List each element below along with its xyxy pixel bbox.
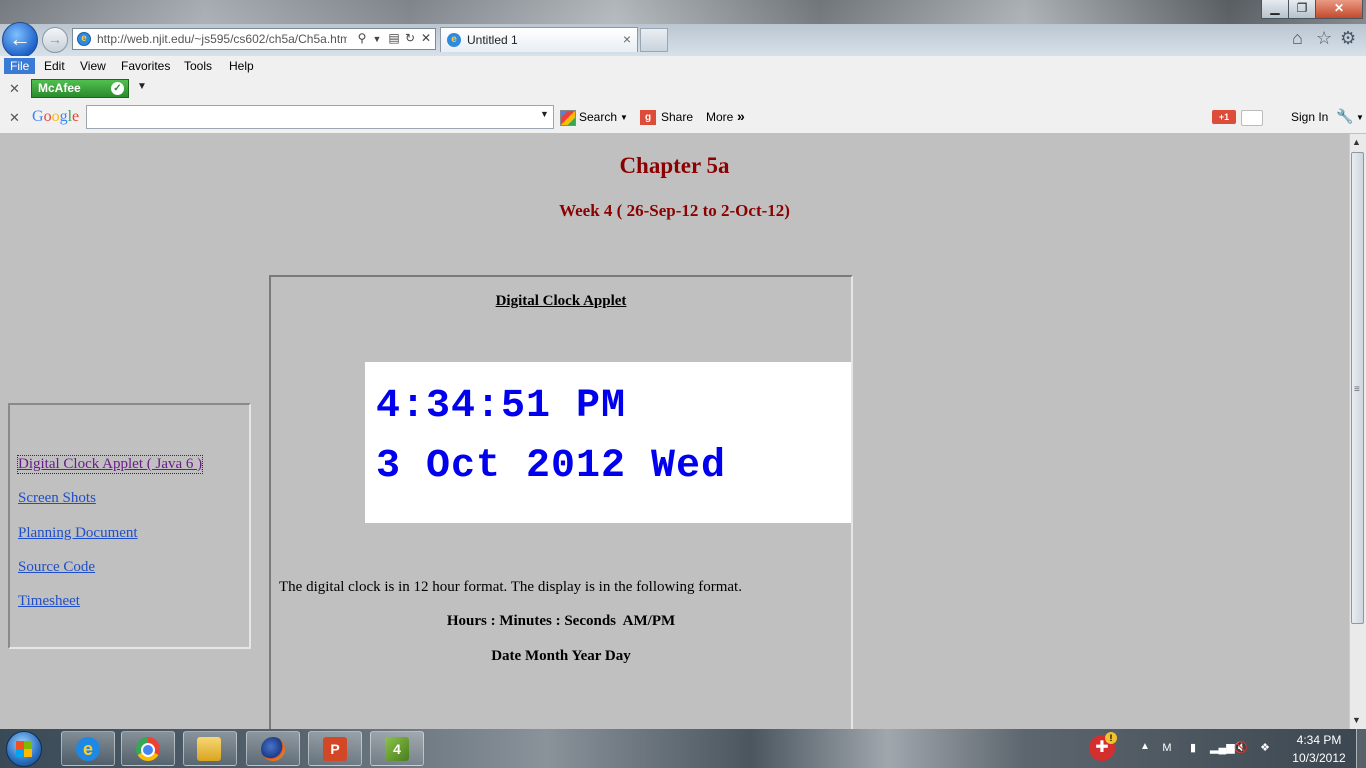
check-icon: ✓ — [111, 82, 124, 95]
powerpoint-icon: P — [323, 737, 347, 761]
scroll-up-arrow-icon[interactable]: ▲ — [1352, 137, 1361, 147]
favorites-star-icon[interactable]: ☆ — [1316, 28, 1332, 49]
mcafee-label: McAfee — [38, 81, 81, 95]
browser-tab[interactable]: e Untitled 1 × — [440, 27, 638, 52]
address-url[interactable]: http://web.njit.edu/~js595/cs602/ch5a/Ch… — [97, 32, 347, 46]
firefox-icon — [261, 737, 285, 761]
dropdown-arrow-icon[interactable]: ▼ — [620, 113, 628, 122]
scrollbar-grip-icon: ≡ — [1354, 384, 1360, 395]
dropdown-arrow-icon[interactable]: ▼ — [370, 34, 384, 44]
share-icon: g — [640, 110, 656, 125]
mcafee-toolbar: ✕ McAfee ✓ ▼ — [0, 76, 1366, 102]
photoshop-elements-icon: 4 — [385, 737, 409, 761]
address-bar[interactable]: e http://web.njit.edu/~js595/cs602/ch5a/… — [72, 28, 436, 50]
menu-view[interactable]: View — [74, 58, 112, 74]
close-button[interactable]: ✕ — [1315, 0, 1363, 19]
sidebar-link-source-code[interactable]: Source Code — [18, 559, 95, 576]
mcafee-tray-icon[interactable]: M — [1160, 741, 1174, 755]
tools-gear-icon[interactable]: ⚙ — [1340, 28, 1356, 49]
page-title: Chapter 5a — [619, 153, 730, 178]
show-hidden-icons-arrow[interactable]: ▲ — [1140, 741, 1150, 752]
search-icon[interactable]: ⚲ — [355, 31, 369, 45]
wrench-icon[interactable]: 🔧 — [1336, 108, 1353, 125]
google-plus-one-count — [1241, 110, 1263, 126]
tab-close-icon[interactable]: × — [623, 31, 631, 47]
tab-title: Untitled 1 — [467, 33, 518, 47]
menu-tools[interactable]: Tools — [178, 58, 218, 74]
more-chevrons-icon: » — [737, 108, 745, 124]
chrome-icon — [136, 737, 160, 761]
clock-time-display: 4:34:51 PM — [376, 384, 627, 429]
sidebar-link-planning-document[interactable]: Planning Document — [18, 525, 138, 542]
google-toolbar: ✕ Google ▼ Search ▼ g Share More » Sign … — [0, 102, 1366, 134]
taskbar-clock-date[interactable]: 10/3/2012 — [1288, 751, 1350, 765]
ie-favicon-icon: e — [77, 32, 91, 46]
menu-file[interactable]: File — [4, 58, 36, 74]
taskbar-clock-time[interactable]: 4:34 PM — [1288, 733, 1350, 747]
clock-date-display: 3 Oct 2012 Wed — [376, 444, 727, 489]
dropdown-arrow-icon[interactable]: ▼ — [540, 109, 549, 119]
close-toolbar-icon[interactable]: ✕ — [9, 110, 20, 126]
menu-bar: File Edit View Favorites Tools Help — [0, 56, 1366, 76]
share-button[interactable]: Share — [661, 110, 693, 124]
google-search-input[interactable] — [86, 105, 554, 129]
mcafee-button[interactable]: McAfee ✓ — [31, 79, 129, 98]
week-subtitle: Week 4 ( 26-Sep-12 to 2-Oct-12) — [559, 201, 790, 220]
more-button[interactable]: More — [706, 110, 733, 124]
home-icon[interactable]: ⌂ — [1292, 28, 1303, 49]
show-desktop-button[interactable] — [1356, 729, 1366, 768]
close-toolbar-icon[interactable]: ✕ — [9, 81, 20, 97]
new-tab-button[interactable] — [640, 28, 668, 52]
dropbox-icon[interactable]: ❖ — [1258, 741, 1272, 755]
refresh-icon[interactable]: ↻ — [403, 31, 417, 45]
stop-icon[interactable]: ✕ — [419, 31, 433, 45]
internet-explorer-icon: e — [76, 737, 100, 761]
applet-heading: Digital Clock Applet — [495, 293, 627, 309]
menu-favorites[interactable]: Favorites — [115, 58, 176, 74]
minimize-button[interactable]: ▁ — [1261, 0, 1289, 19]
volume-muted-icon[interactable]: 🔇 — [1234, 741, 1248, 755]
google-logo: Google — [32, 108, 80, 125]
menu-edit[interactable]: Edit — [38, 58, 71, 74]
google-search-button[interactable]: Search — [579, 110, 617, 124]
windows-logo-icon-lower — [16, 749, 32, 757]
network-signal-icon[interactable]: ▂▄▆ — [1210, 741, 1235, 755]
blurred-background-strip — [0, 0, 1366, 24]
dropdown-arrow-icon[interactable]: ▼ — [1356, 113, 1364, 122]
sidebar-link-digital-clock-applet[interactable]: Digital Clock Applet ( Java 6 ) — [16, 455, 204, 474]
dropdown-arrow-icon[interactable]: ▼ — [137, 81, 147, 92]
compatibility-view-icon[interactable]: ▤ — [387, 31, 401, 45]
time-format-line: Hours : Minutes : Seconds AM/PM — [446, 613, 676, 629]
folder-icon — [197, 737, 221, 761]
sidebar-link-timesheet[interactable]: Timesheet — [18, 593, 80, 610]
date-format-line: Date Month Year Day — [491, 648, 631, 664]
clock-description: The digital clock is in 12 hour format. … — [279, 579, 742, 595]
device-icon[interactable]: ▮ — [1186, 741, 1200, 755]
menu-help[interactable]: Help — [223, 58, 260, 74]
sidebar-link-screen-shots[interactable]: Screen Shots — [18, 490, 96, 507]
sign-in-button[interactable]: Sign In — [1291, 110, 1328, 124]
warning-badge-icon: ! — [1105, 732, 1117, 744]
google-plus-one-icon[interactable]: +1 — [1212, 110, 1236, 124]
ie-tab-icon: e — [447, 33, 461, 47]
maximize-button[interactable]: ❐ — [1288, 0, 1316, 19]
scroll-down-arrow-icon[interactable]: ▼ — [1352, 715, 1361, 725]
back-button[interactable]: ← — [2, 22, 38, 58]
google-search-icon — [560, 110, 576, 126]
forward-button[interactable]: → — [42, 27, 68, 53]
